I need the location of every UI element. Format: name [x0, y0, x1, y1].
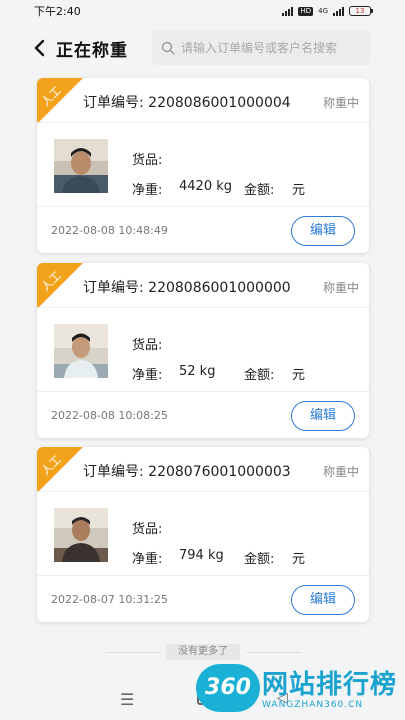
divider	[37, 122, 369, 123]
status-bar: 下午2:40 HD 4G 13	[0, 0, 405, 22]
network-label: 4G	[318, 7, 328, 15]
amount-unit: 元	[292, 183, 306, 198]
order-status: 称重中	[322, 281, 359, 295]
back-arrow-icon[interactable]	[30, 38, 50, 58]
order-card[interactable]: 人工 订单编号: 2208086001000004 称重中 货品: 净重: 44…	[37, 78, 369, 253]
no-more-label: 没有更多了	[166, 644, 240, 660]
edit-button[interactable]: 编辑	[291, 216, 355, 246]
watermark-subtitle: WANGZHAN360.CN	[262, 700, 364, 710]
order-status: 称重中	[322, 465, 359, 479]
order-card[interactable]: 人工 订单编号: 2208086001000000 称重中 货品: 净重: 52…	[37, 263, 369, 438]
amount-unit: 元	[292, 552, 306, 567]
search-box[interactable]	[152, 30, 370, 65]
order-number-value: 2208076001000003	[148, 464, 291, 480]
watermark: 360 网站排行榜 WANGZHAN360.CN	[196, 660, 404, 720]
net-weight-value: 794 kg	[179, 548, 224, 563]
watermark-title: 网站排行榜	[262, 670, 398, 700]
order-card[interactable]: 人工 订单编号: 2208076001000003 称重中 货品: 净重: 79…	[37, 447, 369, 622]
order-number: 订单编号: 2208076001000003	[83, 461, 291, 481]
search-input[interactable]	[181, 40, 361, 55]
status-time: 下午2:40	[34, 5, 81, 18]
order-timestamp: 2022-08-08 10:48:49	[51, 224, 168, 237]
divider	[37, 391, 369, 392]
battery-icon: 13	[349, 6, 373, 16]
footer-line-left	[106, 652, 161, 653]
order-timestamp: 2022-08-08 10:08:25	[51, 409, 168, 422]
edit-button[interactable]: 编辑	[291, 401, 355, 431]
order-number-value: 2208086001000004	[148, 95, 291, 111]
amount-label: 金额:	[244, 183, 275, 198]
edit-button[interactable]: 编辑	[291, 585, 355, 615]
customer-photo	[54, 508, 108, 562]
net-weight-label: 净重:	[132, 183, 163, 198]
customer-photo	[54, 324, 108, 378]
signal-icon	[282, 6, 294, 16]
footer-line-right	[246, 652, 301, 653]
net-weight-label: 净重:	[132, 552, 163, 567]
divider	[37, 491, 369, 492]
order-status: 称重中	[322, 96, 359, 110]
customer-photo	[54, 139, 108, 193]
divider	[37, 206, 369, 207]
goods-label: 货品:	[132, 338, 163, 353]
net-weight-value: 52 kg	[179, 364, 216, 379]
menu-icon[interactable]: ☰	[120, 690, 134, 709]
status-icons: HD 4G 13	[282, 6, 373, 16]
header: 正在称重	[0, 26, 405, 70]
goods-label: 货品:	[132, 153, 163, 168]
order-number: 订单编号: 2208086001000000	[83, 277, 291, 297]
goods-label: 货品:	[132, 522, 163, 537]
amount-unit: 元	[292, 368, 306, 383]
net-weight-label: 净重:	[132, 368, 163, 383]
hd-badge: HD	[298, 6, 314, 16]
divider	[37, 307, 369, 308]
order-timestamp: 2022-08-07 10:31:25	[51, 593, 168, 606]
net-weight-value: 4420 kg	[179, 179, 232, 194]
order-number-value: 2208086001000000	[148, 280, 291, 296]
divider	[37, 575, 369, 576]
order-number-label: 订单编号:	[83, 280, 144, 296]
order-number: 订单编号: 2208086001000004	[83, 92, 291, 112]
search-icon	[161, 41, 175, 55]
amount-label: 金额:	[244, 552, 275, 567]
watermark-logo: 360	[196, 664, 260, 712]
amount-label: 金额:	[244, 368, 275, 383]
order-number-label: 订单编号:	[83, 95, 144, 111]
order-number-label: 订单编号:	[83, 464, 144, 480]
page-title: 正在称重	[56, 41, 128, 61]
signal-icon-2	[333, 6, 344, 16]
